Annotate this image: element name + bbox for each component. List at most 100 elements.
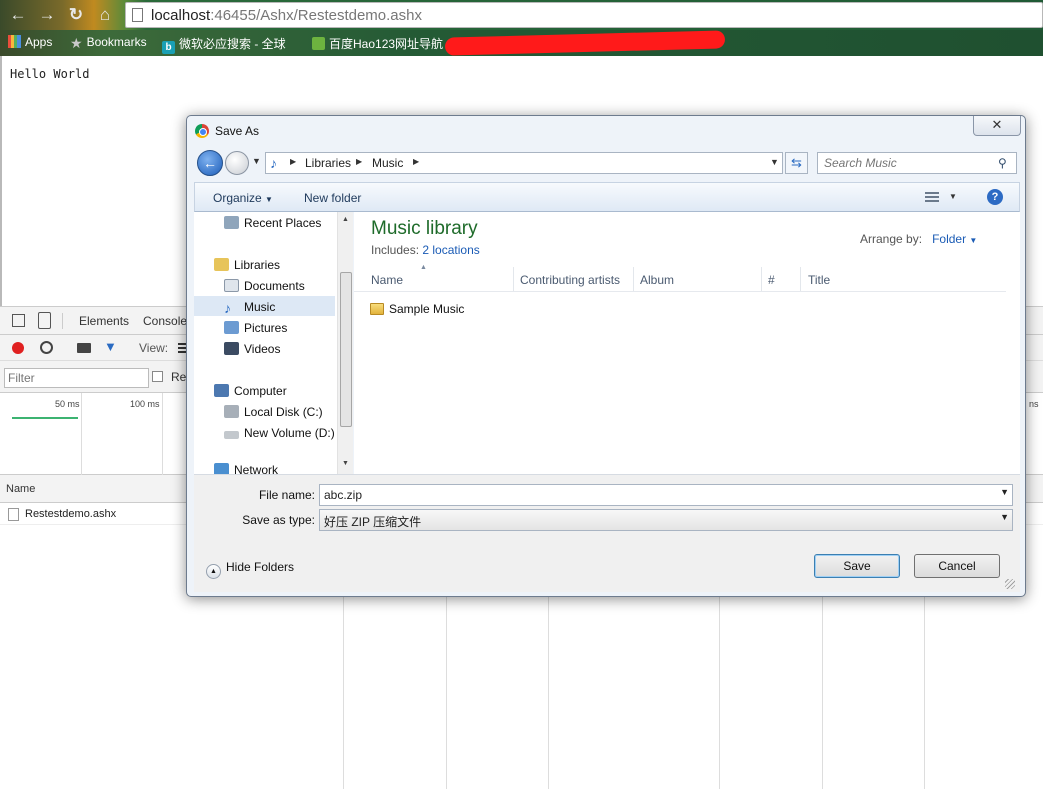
breadcrumb-separator-icon[interactable]: ▶ [413,157,419,166]
sort-ascending-icon: ▲ [420,264,427,271]
table-gridline [924,597,925,789]
camera-icon[interactable] [77,343,91,353]
column-divider[interactable] [800,267,801,291]
url-text: localhost:46455/Ashx/Restestdemo.ashx [151,7,422,24]
nav-item-local-disk[interactable]: Local Disk (C:) [224,402,323,422]
search-icon[interactable]: ⚲ [998,156,1007,170]
column-divider[interactable] [633,267,634,291]
change-view-icon[interactable] [925,192,939,203]
file-name-label: File name: [258,488,315,502]
inspect-icon[interactable] [12,314,25,327]
forward-arrow-icon[interactable]: → [37,5,57,25]
nav-item-computer[interactable]: Computer [214,381,287,401]
locations-link[interactable]: 2 locations [422,243,479,257]
command-bar: Organize ▼ New folder ▼ ? [194,182,1020,212]
music-note-icon: ♪ [270,155,277,171]
navigation-pane: Recent Places Libraries Documents ♪ Music… [194,212,353,474]
chevron-down-icon: ▼ [265,195,273,204]
forward-icon[interactable] [225,151,249,175]
scrollbar-thumb[interactable] [340,272,352,427]
home-icon[interactable]: ⌂ [95,5,115,25]
nav-item-recent-places[interactable]: Recent Places [224,213,321,233]
column-title[interactable]: Title [808,273,830,287]
bing-bookmark[interactable]: b 微软必应搜索 - 全球 [162,35,286,54]
nav-item-music[interactable]: ♪ Music [224,297,275,317]
back-arrow-icon[interactable]: ← [8,5,28,25]
timeline-tick: ns [1029,399,1039,409]
timeline-gridline [162,393,163,475]
column-contributing-artists[interactable]: Contributing artists [520,273,620,287]
apps-grid-icon [8,35,21,48]
save-type-select[interactable]: 好压 ZIP 压缩文件 ▼ [319,509,1013,531]
videos-icon [224,342,239,355]
resize-grip-icon[interactable] [1005,579,1015,589]
organize-button[interactable]: Organize ▼ [213,191,273,205]
address-dropdown-icon[interactable]: ▼ [770,157,779,167]
breadcrumb-music[interactable]: Music [372,156,403,170]
help-icon[interactable]: ? [987,189,1003,205]
column-name[interactable]: Name [371,273,403,287]
address-bar[interactable]: localhost:46455/Ashx/Restestdemo.ashx [125,2,1043,28]
nav-item-libraries[interactable]: Libraries [214,255,280,275]
clear-icon[interactable] [40,341,53,354]
filter-input[interactable] [4,368,149,388]
breadcrumb-separator-icon[interactable]: ▶ [356,157,362,166]
regex-checkbox[interactable] [152,371,163,382]
request-timing-bar [12,417,78,419]
music-icon: ♪ [224,300,231,316]
save-type-label: Save as type: [242,513,315,527]
library-title: Music library [371,218,478,239]
column-divider[interactable] [761,267,762,291]
search-input[interactable] [817,152,1017,174]
refresh-icon[interactable]: ⇆ [785,152,808,174]
table-gridline [719,597,720,789]
nav-item-videos[interactable]: Videos [224,339,280,359]
breadcrumb-libraries[interactable]: Libraries [305,156,351,170]
location-bar[interactable]: ♪ ▶ Libraries ▶ Music ▶ ▼ [265,152,783,174]
chrome-logo-icon [195,124,209,138]
cancel-button[interactable]: Cancel [914,554,1000,578]
reload-icon[interactable]: ↻ [66,5,86,25]
column-album[interactable]: Album [640,273,674,287]
local-disk-icon [224,405,239,418]
table-gridline [822,597,823,789]
scroll-up-icon[interactable]: ▲ [342,216,349,223]
close-button[interactable]: ✕ [973,116,1021,136]
page-icon [132,8,143,22]
tab-elements[interactable]: Elements [79,314,129,328]
nav-scrollbar[interactable]: ▲ ▼ [337,212,353,474]
library-includes: Includes: 2 locations [371,243,480,257]
column-divider[interactable] [513,267,514,291]
name-column-header[interactable]: Name [6,483,35,495]
record-icon[interactable] [12,342,24,354]
new-folder-button[interactable]: New folder [304,191,361,205]
back-icon[interactable]: ← [197,150,223,176]
view-label: View: [139,341,169,355]
chevron-down-icon[interactable]: ▼ [1000,512,1009,522]
column-number[interactable]: # [768,273,775,287]
browser-toolbar: ← → ↻ ⌂ localhost:46455/Ashx/Restestdemo… [0,0,1043,30]
pictures-icon [224,321,239,334]
nav-item-pictures[interactable]: Pictures [224,318,287,338]
save-button[interactable]: Save [814,554,900,578]
document-icon [8,508,19,521]
breadcrumb-separator-icon[interactable]: ▶ [290,157,296,166]
arrange-by-dropdown[interactable]: Folder ▼ [932,232,977,246]
view-options-chevron-icon[interactable]: ▼ [949,192,957,201]
scroll-down-icon[interactable]: ▼ [342,460,349,467]
device-mode-icon[interactable] [38,312,51,329]
bookmarks-folder[interactable]: ★ Bookmarks [70,35,147,51]
hide-folders-button[interactable]: ▲ Hide Folders [206,560,294,579]
nav-item-new-volume[interactable]: New Volume (D:) [224,423,335,443]
chevron-down-icon[interactable]: ▼ [1000,487,1009,497]
tab-console[interactable]: Console [143,314,187,328]
hao123-bookmark[interactable]: 百度Hao123网址导航 [312,35,443,52]
libraries-icon [214,258,229,271]
nav-item-network[interactable]: Network [214,460,278,474]
file-name-input[interactable]: abc.zip ▼ [319,484,1013,506]
nav-item-documents[interactable]: Documents [224,276,305,296]
recent-locations-dropdown-icon[interactable]: ▼ [252,156,261,166]
filter-funnel-icon[interactable]: ▼ [104,339,117,354]
list-item[interactable]: Sample Music [370,302,464,316]
apps-bookmark[interactable]: Apps [8,35,52,49]
